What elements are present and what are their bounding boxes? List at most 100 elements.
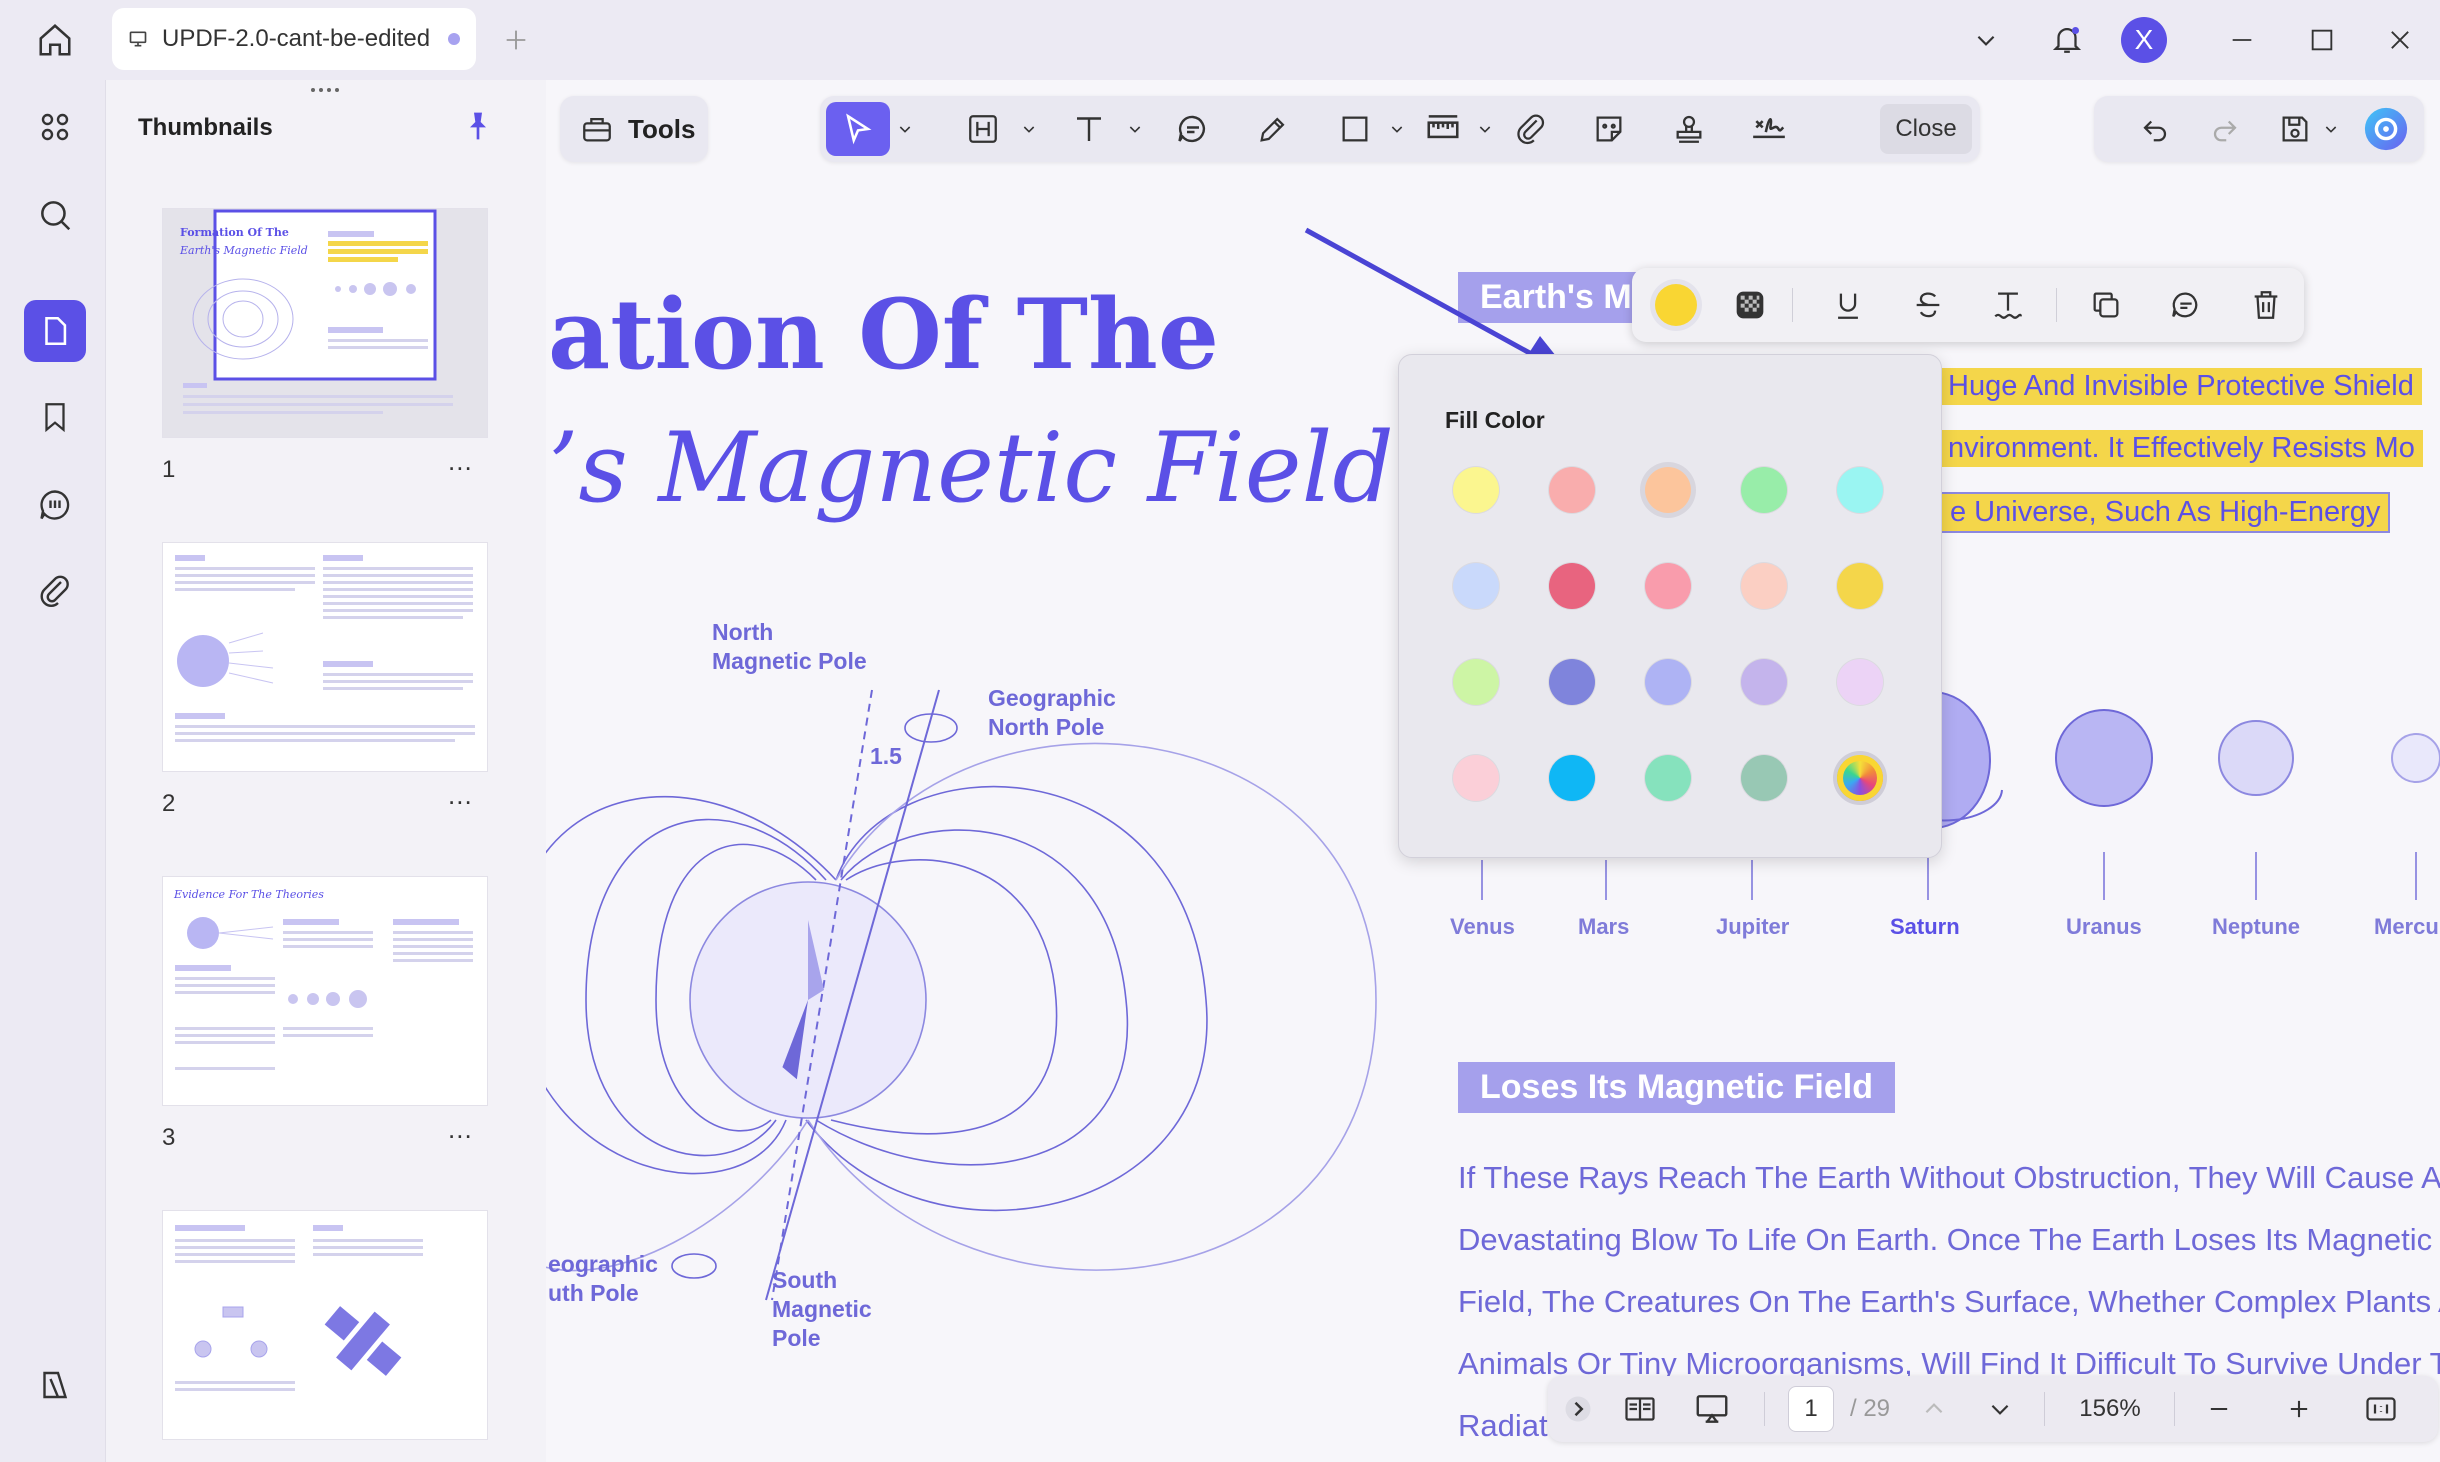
- chevron-down-icon[interactable]: [2318, 96, 2344, 162]
- tools-button[interactable]: Tools: [560, 96, 708, 162]
- highlighted-text-line[interactable]: nvironment. It Effectively Resists Mo: [1940, 430, 2423, 467]
- collapse-toolbar-button[interactable]: [1558, 1376, 1598, 1442]
- color-swatch[interactable]: [1741, 755, 1787, 801]
- thumbnail-page-number: 3: [162, 1124, 176, 1151]
- page-number-input[interactable]: 1: [1788, 1386, 1834, 1432]
- zoom-in-icon[interactable]: [2274, 1376, 2324, 1442]
- comments-icon[interactable]: [24, 474, 86, 536]
- squiggly-text-icon[interactable]: [1978, 268, 2038, 342]
- thumbnail-more-button[interactable]: ...: [448, 1114, 473, 1145]
- chevron-down-icon[interactable]: [892, 96, 918, 162]
- maximize-icon[interactable]: [2300, 20, 2344, 60]
- fill-color-button[interactable]: [1646, 268, 1706, 342]
- highlighted-text-line[interactable]: Huge And Invisible Protective Shield: [1940, 368, 2422, 405]
- tools-label: Tools: [628, 113, 696, 144]
- signature-tool-icon[interactable]: [1744, 96, 1794, 162]
- attachment-icon[interactable]: [24, 560, 86, 622]
- planet-label: Saturn: [1890, 914, 1960, 939]
- ai-assistant-icon[interactable]: [2358, 96, 2414, 162]
- planet-label: Jupiter: [1716, 914, 1790, 939]
- thumbnail-page-4[interactable]: [162, 1210, 488, 1440]
- save-icon[interactable]: [2270, 96, 2320, 162]
- close-window-icon[interactable]: [2378, 20, 2422, 60]
- bookmark-icon[interactable]: [24, 386, 86, 448]
- two-page-view-icon[interactable]: [1612, 1376, 1668, 1442]
- delete-icon[interactable]: [2236, 268, 2296, 342]
- close-tool-button[interactable]: Close: [1880, 104, 1972, 154]
- color-swatch[interactable]: [1645, 467, 1691, 513]
- document-title-line1: ation Of The: [548, 278, 1219, 391]
- organize-pages-icon[interactable]: [24, 96, 86, 158]
- planet-label: Uranus: [2066, 914, 2142, 939]
- zoom-out-icon[interactable]: [2194, 1376, 2244, 1442]
- magnetic-field-diagram: [546, 689, 1377, 1301]
- highlighted-text-line[interactable]: e Universe, Such As High-Energy: [1940, 492, 2391, 533]
- redo-icon[interactable]: [2200, 96, 2250, 162]
- color-swatch[interactable]: [1645, 659, 1691, 705]
- color-swatch[interactable]: [1837, 659, 1883, 705]
- chevron-down-icon[interactable]: [1016, 96, 1042, 162]
- thumbnail-more-button[interactable]: ...: [448, 446, 473, 477]
- divider: [2044, 1392, 2045, 1426]
- text-tool-icon[interactable]: [1066, 96, 1112, 162]
- thumbnail-page-1[interactable]: [162, 208, 488, 438]
- color-swatch[interactable]: [1453, 755, 1499, 801]
- layers-icon[interactable]: [24, 1354, 86, 1416]
- search-icon[interactable]: [24, 184, 86, 246]
- thumbnails-icon[interactable]: [24, 300, 86, 362]
- color-swatch[interactable]: [1645, 755, 1691, 801]
- strikethrough-icon[interactable]: [1898, 268, 1958, 342]
- sticker-tool-icon[interactable]: [1586, 96, 1632, 162]
- geographic-south-pole-label: eographic uth Pole: [548, 1251, 658, 1306]
- panel-resize-handle[interactable]: [308, 86, 342, 94]
- document-title-line2: ’s Magnetic Field: [548, 412, 1394, 524]
- measure-tool-icon[interactable]: [1418, 96, 1468, 162]
- color-swatch[interactable]: [1549, 467, 1595, 513]
- notification-bell-icon[interactable]: [2044, 16, 2090, 62]
- presentation-icon[interactable]: [1684, 1376, 1740, 1442]
- color-swatch[interactable]: [1837, 563, 1883, 609]
- undo-icon[interactable]: [2130, 96, 2180, 162]
- chevron-down-icon[interactable]: [1966, 20, 2006, 60]
- user-avatar[interactable]: X: [2121, 17, 2167, 63]
- color-swatch[interactable]: [1741, 659, 1787, 705]
- comment-tool-icon[interactable]: [1170, 96, 1216, 162]
- attachment-tool-icon[interactable]: [1508, 96, 1554, 162]
- pin-icon[interactable]: [462, 110, 498, 146]
- thumbnail-more-button[interactable]: ...: [448, 780, 473, 811]
- color-swatch[interactable]: [1453, 659, 1499, 705]
- thumbnail-page-2[interactable]: [162, 542, 488, 772]
- color-swatch[interactable]: [1837, 467, 1883, 513]
- heading-tool-icon[interactable]: [960, 96, 1006, 162]
- zoom-level[interactable]: 156%: [2060, 1376, 2160, 1442]
- home-icon[interactable]: [30, 18, 80, 62]
- color-swatch[interactable]: [1645, 563, 1691, 609]
- custom-color-swatch[interactable]: [1837, 755, 1883, 801]
- thumbnail-page-3[interactable]: [162, 876, 488, 1106]
- color-swatch[interactable]: [1741, 563, 1787, 609]
- copy-icon[interactable]: [2076, 268, 2136, 342]
- pencil-tool-icon[interactable]: [1250, 96, 1296, 162]
- color-swatch[interactable]: [1549, 755, 1595, 801]
- chevron-down-icon[interactable]: [1384, 96, 1410, 162]
- actual-size-icon[interactable]: [2354, 1376, 2408, 1442]
- previous-page-icon[interactable]: [1912, 1376, 1956, 1442]
- document-tab[interactable]: UPDF-2.0-cant-be-edited: [112, 8, 476, 70]
- color-swatch[interactable]: [1741, 467, 1787, 513]
- new-tab-icon[interactable]: [496, 20, 536, 60]
- next-page-icon[interactable]: [1978, 1376, 2022, 1442]
- opacity-icon[interactable]: [1720, 268, 1780, 342]
- chevron-down-icon[interactable]: [1122, 96, 1148, 162]
- color-swatch[interactable]: [1549, 659, 1595, 705]
- underline-icon[interactable]: [1818, 268, 1878, 342]
- minimize-icon[interactable]: [2220, 20, 2264, 60]
- rectangle-tool-icon[interactable]: [1332, 96, 1378, 162]
- stamp-tool-icon[interactable]: [1666, 96, 1712, 162]
- color-swatch[interactable]: [1453, 467, 1499, 513]
- chevron-down-icon[interactable]: [1472, 96, 1498, 162]
- select-cursor-icon[interactable]: [826, 102, 890, 156]
- color-swatch[interactable]: [1549, 563, 1595, 609]
- color-swatch[interactable]: [1453, 563, 1499, 609]
- divider: [2174, 1392, 2175, 1426]
- add-comment-icon[interactable]: [2156, 268, 2216, 342]
